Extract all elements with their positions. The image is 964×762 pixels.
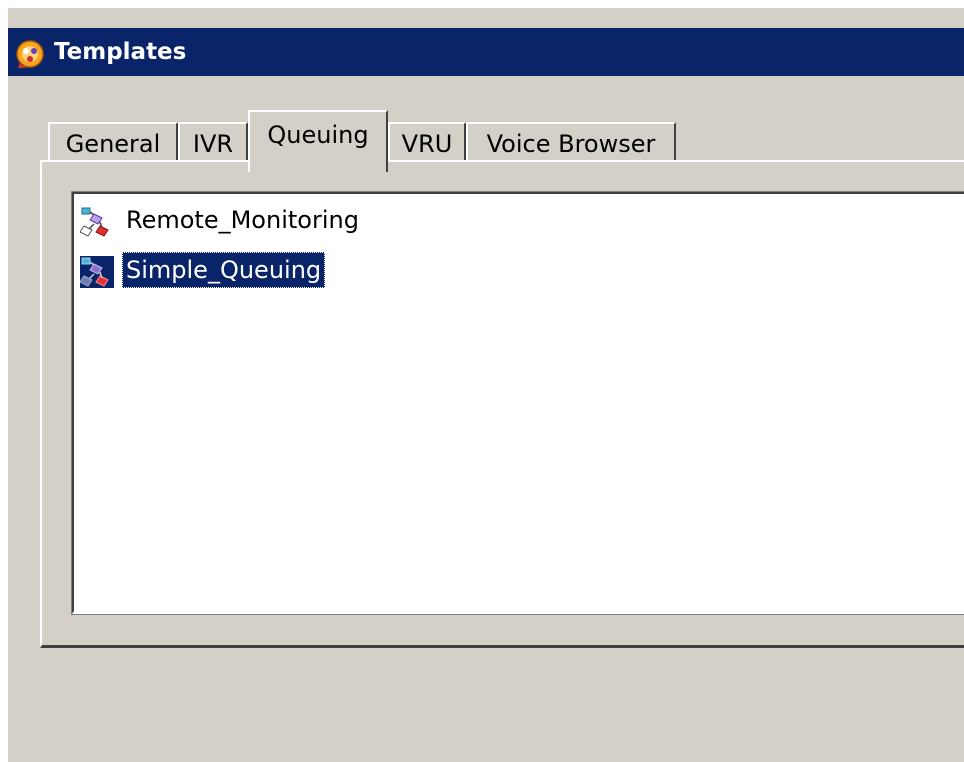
list-item-label: Remote_Monitoring	[126, 206, 359, 234]
script-icon	[79, 206, 114, 238]
templates-dialog: Templates General IVR Queuing VRU Voice …	[8, 8, 964, 762]
title-bar[interactable]: Templates	[8, 28, 964, 76]
templates-app-icon	[14, 38, 46, 70]
script-icon	[79, 256, 114, 288]
template-list[interactable]: Remote_Monitoring Simple_Queuing	[71, 191, 964, 615]
window-title: Templates	[54, 39, 187, 65]
window-top-edge	[8, 8, 964, 28]
list-item-label: Simple_Queuing	[122, 252, 326, 288]
tab-queuing[interactable]: Queuing	[248, 110, 388, 172]
